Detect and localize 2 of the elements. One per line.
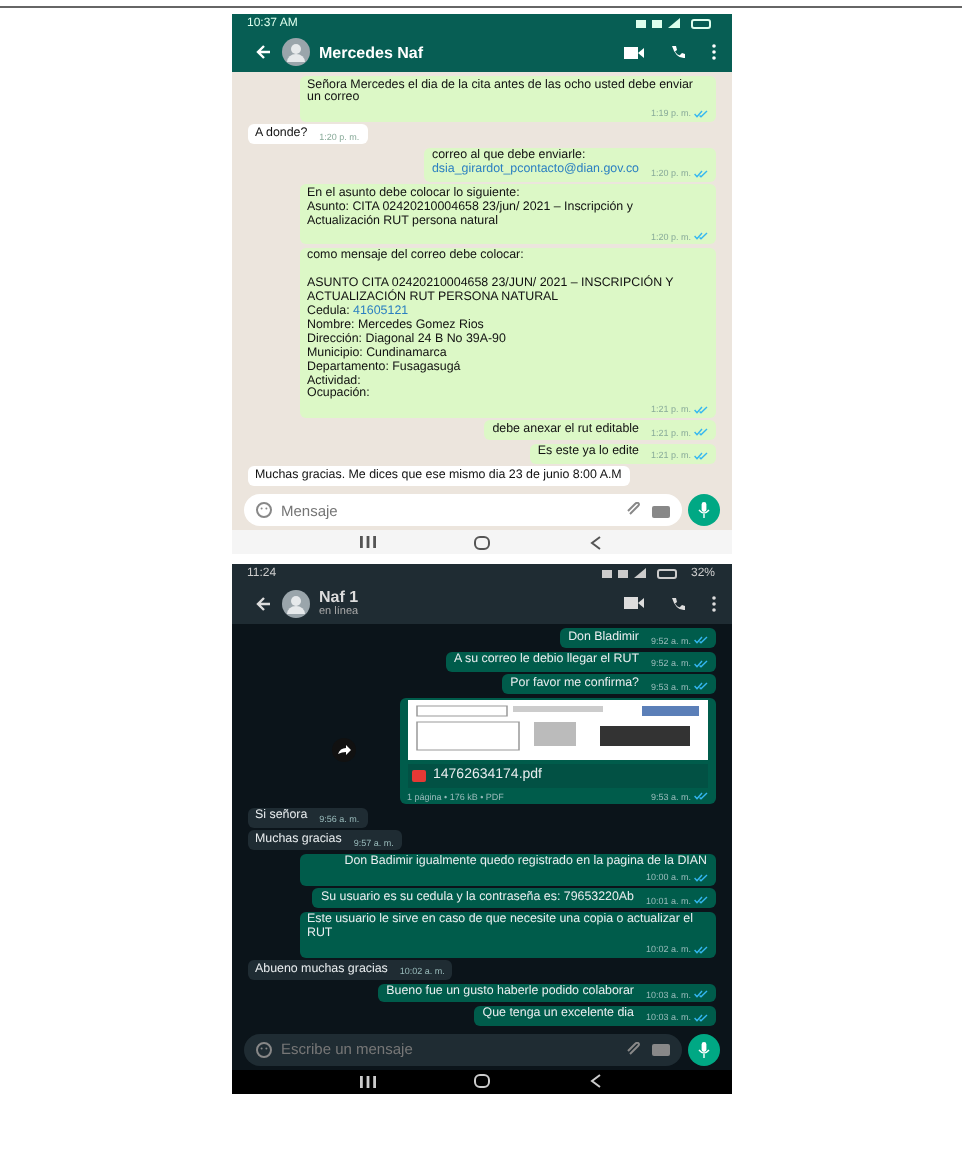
contact-name: Mercedes Naf <box>319 43 424 61</box>
contact-name: Naf 1 <box>319 588 359 607</box>
